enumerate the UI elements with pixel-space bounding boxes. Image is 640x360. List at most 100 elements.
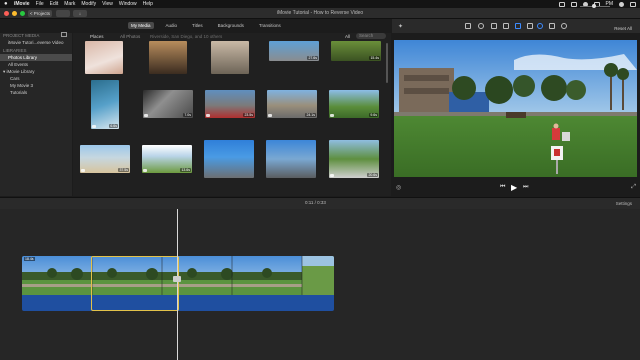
timeline-clip[interactable]: 18.4s [22,256,334,311]
clip-duration-label: 18.4s [24,257,35,261]
playhead[interactable] [177,209,178,360]
sidebar-item-cars[interactable]: Cars [0,75,72,82]
clip-duration: 13.6s [180,168,191,172]
media-thumbnail[interactable]: 13.6s [142,145,192,173]
sidebar-item-all-events[interactable]: All Events [0,61,72,68]
apple-menu-icon[interactable]: ● [4,1,10,7]
tab-audio[interactable]: Audio [163,22,181,29]
skip-forward-icon[interactable]: ⏭ [523,184,528,191]
tab-backgrounds[interactable]: Backgrounds [215,22,247,29]
adjustment-toolbar: ✦ [392,19,640,33]
media-thumbnail[interactable] [85,41,123,74]
media-thumbnail[interactable] [149,41,187,74]
tab-my-media[interactable]: My Media [128,22,154,29]
tab-titles[interactable]: Titles [189,22,206,29]
all-photos-filter[interactable]: All Photos [120,34,140,39]
sidebar-toggle-icon[interactable] [61,32,67,37]
clip-duration: 7.0s [183,113,192,117]
menu-view[interactable]: View [102,1,113,7]
media-thumbnail[interactable]: 24.1s [267,90,317,118]
color-balance-icon[interactable] [465,23,471,29]
sidebar-item-tutorials[interactable]: Tutorials [0,89,72,96]
browser-scrollbar[interactable] [386,43,388,83]
media-thumbnail[interactable]: 37.5s [80,145,130,173]
sidebar-item-project[interactable]: iMovie Tutori...everse Video [0,39,72,46]
media-thumbnail[interactable] [204,140,254,178]
tab-transitions[interactable]: Transitions [256,22,284,29]
menu-help[interactable]: Help [143,1,153,7]
stabilization-icon[interactable] [503,23,509,29]
video-viewer[interactable] [394,40,637,177]
play-icon[interactable]: ▶ [511,183,517,192]
reset-all-button[interactable]: Reset All [614,26,632,31]
range-selection[interactable] [91,256,179,311]
places-dropdown[interactable]: Places [90,34,104,39]
video-camera-icon [268,114,272,117]
media-thumbnail[interactable]: 6.6s [91,80,119,129]
speed-icon[interactable] [537,23,543,29]
clip-filter-icon[interactable] [549,23,555,29]
sidebar-item-imovie-library[interactable]: ▾ iMovie Library [0,68,72,75]
video-camera-icon [330,114,334,117]
clip-duration: 6.6s [109,124,118,128]
volume-icon[interactable] [515,23,521,29]
video-camera-icon [81,169,85,172]
clip-duration: 23.5s [243,113,254,117]
sidebar-item-photos-library[interactable]: Photos Library [0,54,72,61]
playhead-handle[interactable] [173,276,181,282]
libraries-sidebar: PROJECT MEDIA iMovie Tutori...everse Vid… [0,32,72,196]
magic-wand-icon[interactable]: ✦ [398,23,404,30]
dropbox-icon[interactable] [558,1,565,7]
video-camera-icon [206,114,210,117]
video-camera-icon [144,114,148,117]
clip-duration: 24.1s [305,113,316,117]
timeline-settings-button[interactable]: Settings [616,201,632,206]
media-thumbnail[interactable]: 15.4s [331,41,381,61]
color-correction-icon[interactable] [478,23,484,29]
media-tabs: My Media Audio Titles Backgrounds Transi… [128,22,284,29]
media-thumbnail[interactable] [266,140,316,178]
sidebar-item-my-movie-3[interactable]: My Movie 3 [0,82,72,89]
display-icon[interactable] [570,1,577,7]
viewer-frame [394,40,637,177]
media-thumbnail[interactable]: 23.5s [205,90,255,118]
media-thumbnail[interactable]: 7.0s [143,90,193,118]
menu-window[interactable]: Window [119,1,137,7]
menu-edit[interactable]: Edit [50,1,59,7]
menu-modify[interactable]: Modify [81,1,96,7]
timeline[interactable]: 18.4s [0,209,640,360]
clip-duration: 27.6s [307,56,318,60]
search-field[interactable]: Search [356,33,386,39]
clip-duration: 15.4s [369,56,380,60]
clip-duration: 37.5s [118,168,129,172]
video-camera-icon [92,125,96,128]
media-browser: Places All Photos Riverside, San Diego, … [73,33,391,196]
notification-center-icon[interactable] [630,1,636,7]
media-thumbnail[interactable]: 20.6s [329,140,379,178]
menu-mark[interactable]: Mark [64,1,75,7]
menubar: ● iMovie File Edit Mark Modify View Wind… [0,0,640,8]
browser-filter-bar: Places All Photos Riverside, San Diego, … [73,33,391,41]
viewer-controls: ◎ ⏮ ▶ ⏭ ⤢ [392,180,640,196]
skip-back-icon[interactable]: ⏮ [500,184,505,191]
media-thumbnail[interactable] [211,41,249,74]
menu-app-name[interactable]: iMovie [14,1,30,7]
window-title: iMovie Tutorial - How to Reverse Video [276,10,364,16]
clip-duration: 20.6s [367,173,378,177]
noise-reduction-icon[interactable] [527,23,533,29]
all-clips-dropdown[interactable]: All [345,34,350,39]
crop-icon[interactable] [491,23,497,29]
fullscreen-icon[interactable]: ⤢ [631,184,636,191]
clip-duration: 9.6s [369,113,378,117]
microphone-icon[interactable]: ◎ [396,184,401,191]
media-thumbnail[interactable]: 27.6s [269,41,319,61]
timecode: 0:11 / 0:33 [305,200,326,205]
locations-text: Riverside, San Diego, and 10 others [150,34,223,39]
sidebar-item-label: iMovie Library [6,69,35,74]
video-camera-icon [330,174,334,177]
media-thumbnail[interactable]: 9.6s [329,90,379,118]
timeline-zoom-knob[interactable] [592,4,596,8]
menu-file[interactable]: File [36,1,44,7]
spotlight-icon[interactable] [619,1,624,7]
info-icon[interactable] [561,23,567,29]
